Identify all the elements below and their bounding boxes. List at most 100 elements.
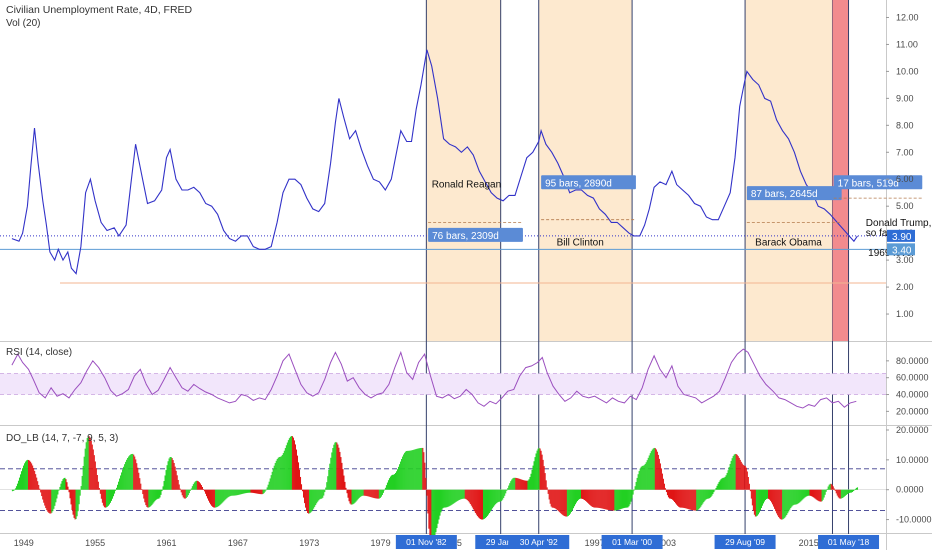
osc-histogram-bar [848,489,850,493]
osc-histogram-bar [725,475,727,490]
osc-histogram-bar [675,489,677,504]
osc-histogram-bar [469,489,471,504]
osc-histogram-bar [798,489,800,504]
osc-histogram-bar [589,489,591,505]
osc-histogram-bar [748,483,750,490]
osc-histogram-bar [165,470,167,490]
osc-histogram-bar [698,489,700,510]
osc-histogram-bar [439,489,441,516]
osc-histogram-bar [800,489,802,502]
osc-histogram-bar [226,489,228,499]
osc-histogram-bar [58,489,60,491]
osc-histogram-bar [398,466,400,490]
osc-histogram-bar [203,489,206,492]
osc-histogram-bar [220,489,222,505]
osc-histogram-bar [298,469,301,490]
osc-histogram-bar [707,489,709,499]
osc-histogram-bar [221,489,223,504]
osc-histogram-bar [153,489,155,503]
osc-histogram-bar [669,489,672,499]
osc-histogram-bar [428,489,430,529]
osc-histogram-bar [376,489,378,499]
osc-histogram-bar [93,455,95,490]
osc-histogram-bar [738,457,740,490]
osc-histogram-bar [19,474,22,490]
osc-histogram-bar [172,460,174,490]
osc-histogram-bar [647,457,649,490]
osc-histogram-bar [14,488,16,490]
osc-histogram-bar [506,489,508,491]
osc-histogram-bar [831,484,833,490]
osc-histogram-bar [679,489,681,508]
osc-histogram-bar [332,448,334,490]
osc-histogram-bar [650,451,652,490]
osc-histogram-bar [613,489,615,511]
osc-histogram-bar [588,489,590,504]
osc-histogram-bar [25,461,27,490]
osc-histogram-bar [444,489,446,508]
osc-histogram-bar [259,489,261,495]
osc-histogram-bar [384,487,386,490]
osc-histogram-bar [717,483,719,490]
osc-histogram-bar [232,489,234,496]
osc-histogram-bar [839,489,841,499]
osc-histogram-bar [745,467,747,490]
osc-histogram-bar [108,489,110,505]
osc-histogram-bar [525,480,527,490]
osc-histogram-bar [531,469,533,490]
osc-histogram-bar [462,489,464,499]
osc-histogram-bar [397,469,399,490]
osc-histogram-bar [400,461,402,490]
osc-histogram-bar [292,437,294,490]
osc-histogram-bar [670,489,673,500]
osc-histogram-bar [483,489,486,519]
osc-histogram-bar [468,489,470,503]
osc-histogram-bar [262,489,264,494]
osc-histogram-bar [119,478,121,490]
osc-histogram-bar [198,482,200,490]
osc-histogram-bar [116,487,118,490]
osc-histogram-bar [394,474,396,490]
osc-histogram-bar [750,489,752,499]
osc-histogram-bar [463,489,465,499]
osc-histogram-bar [330,457,332,490]
osc-histogram-bar [736,454,738,490]
osc-histogram-bar [429,489,431,540]
osc-histogram-bar [413,449,415,490]
osc-histogram-bar [834,489,836,491]
osc-histogram-bar [731,458,733,490]
osc-histogram-bar [768,489,770,499]
osc-histogram-bar [603,489,605,509]
osc-histogram-bar [167,461,169,490]
osc-histogram-bar [756,489,758,516]
osc-histogram-bar [261,489,263,495]
osc-histogram-bar [168,458,170,490]
osc-histogram-bar [418,448,420,490]
osc-histogram-bar [561,489,563,515]
osc-histogram-bar [86,438,88,490]
osc-histogram-bar [208,489,210,501]
osc-histogram-bar [751,489,753,506]
osc-histogram-bar [630,489,632,502]
osc-histogram-bar [646,460,648,490]
osc-histogram-bar [76,489,78,517]
osc-histogram-bar [754,489,756,517]
osc-histogram-bar [323,489,325,496]
osc-histogram-bar [802,489,804,500]
osc-histogram-bar [304,489,306,504]
osc-histogram-bar [148,489,150,508]
osc-histogram-bar [121,472,123,490]
term-highlights [425,0,850,534]
osc-histogram-bar [13,489,15,491]
osc-histogram-bar [29,460,31,490]
osc-histogram-bar [328,469,330,490]
osc-histogram-bar [135,459,137,490]
osc-histogram-bar [762,489,765,504]
osc-histogram-bar [619,489,621,510]
osc-histogram-bar [171,458,173,490]
osc-histogram-bar [497,489,499,503]
osc-histogram-bar [379,489,381,498]
osc-histogram-bar [365,489,367,496]
osc-histogram-bar [481,489,483,520]
osc-histogram-bar [471,489,473,508]
